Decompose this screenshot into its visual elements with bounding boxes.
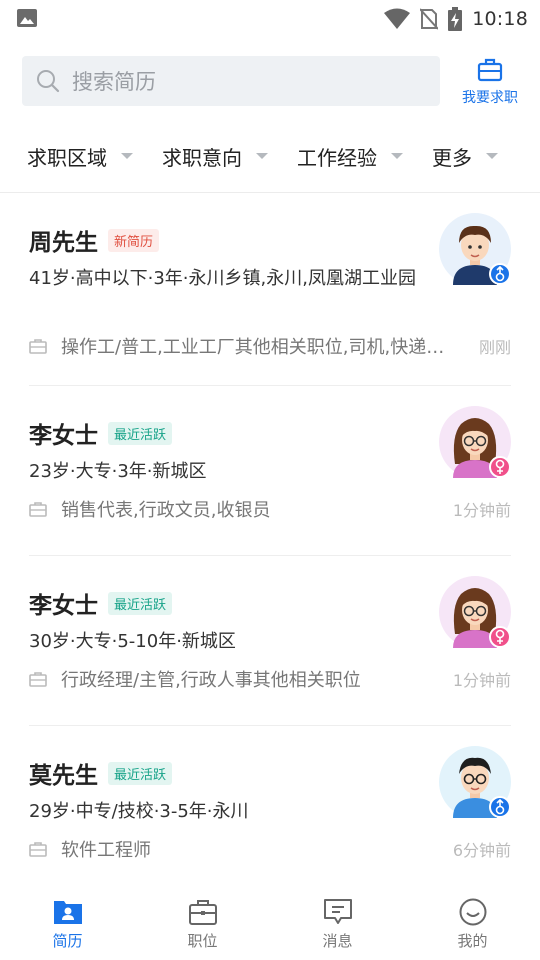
status-badge: 最近活跃 <box>108 761 173 785</box>
resume-card[interactable]: 周先生 新简历 41岁·高中以下·3年·永川乡镇,永川,凤凰湖工业园 操作工/普… <box>29 193 511 386</box>
filter-label: 求职意向 <box>162 145 242 170</box>
filter-label: 求职区域 <box>27 145 107 170</box>
candidate-meta: 41岁·高中以下·3年·永川乡镇,永川,凤凰湖工业园 <box>29 268 416 289</box>
male-avatar-icon[interactable] <box>439 213 511 285</box>
job-seek-button[interactable]: 我要求职 <box>452 58 528 108</box>
nav-item-profile[interactable]: 我的 <box>405 888 540 960</box>
candidate-name: 莫先生 <box>29 763 98 789</box>
candidate-name: 李女士 <box>29 423 98 449</box>
resume-list: 周先生 新简历 41岁·高中以下·3年·永川乡镇,永川,凤凰湖工业园 操作工/普… <box>0 193 540 896</box>
status-badge: 最近活跃 <box>108 591 173 615</box>
filter-label: 更多 <box>432 145 472 170</box>
briefcase-icon <box>29 338 47 354</box>
candidate-name: 周先生 <box>29 230 98 256</box>
update-time: 1分钟前 <box>452 671 511 690</box>
battery-charging-icon <box>448 7 463 31</box>
nav-item-resume[interactable]: 简历 <box>0 888 135 960</box>
status-badge: 最近活跃 <box>108 421 173 445</box>
male-glasses-avatar-icon[interactable] <box>439 746 511 818</box>
briefcase-icon <box>29 841 47 857</box>
candidate-meta: 23岁·大专·3年·新城区 <box>29 461 207 482</box>
chevron-down-icon <box>391 153 403 159</box>
nav-label: 职位 <box>187 932 218 950</box>
nav-label: 我的 <box>457 932 488 950</box>
nav-item-jobs[interactable]: 职位 <box>135 888 270 960</box>
filter-label: 工作经验 <box>297 145 377 170</box>
filter-intention[interactable]: 求职意向 <box>135 130 270 182</box>
candidate-meta: 29岁·中专/技校·3-5年·永川 <box>29 801 249 822</box>
desired-jobs: 操作工/普工,工业工厂其他相关职位,司机,快递… <box>61 337 445 358</box>
message-icon <box>323 899 352 924</box>
profile-icon <box>459 898 486 926</box>
resume-card[interactable]: 李女士 最近活跃 23岁·大专·3年·新城区 销售代表,行政文员,收银员 1分钟… <box>29 386 511 556</box>
briefcase-icon <box>477 58 503 82</box>
update-time: 1分钟前 <box>452 501 511 520</box>
status-time: 10:18 <box>472 8 528 30</box>
nav-label: 消息 <box>322 932 353 950</box>
chevron-down-icon <box>121 153 133 159</box>
desired-jobs: 销售代表,行政文员,收银员 <box>61 500 271 521</box>
nav-label: 简历 <box>52 932 83 950</box>
filter-bar: 求职区域 求职意向 工作经验 更多 <box>0 130 540 182</box>
filter-experience[interactable]: 工作经验 <box>270 130 405 182</box>
status-bar: 10:18 <box>0 0 540 38</box>
candidate-name: 李女士 <box>29 593 98 619</box>
status-badge: 新简历 <box>108 228 160 252</box>
image-notification-icon <box>17 9 37 27</box>
bottom-nav: 简历 职位 消息 我的 <box>0 888 540 960</box>
nav-item-messages[interactable]: 消息 <box>270 888 405 960</box>
update-time: 6分钟前 <box>452 841 511 860</box>
briefcase-icon <box>29 671 47 687</box>
briefcase-icon <box>188 900 217 925</box>
filter-more[interactable]: 更多 <box>405 130 540 182</box>
candidate-meta: 30岁·大专·5-10年·新城区 <box>29 631 236 652</box>
chevron-down-icon <box>486 153 498 159</box>
desired-jobs: 软件工程师 <box>61 840 151 861</box>
chevron-down-icon <box>256 153 268 159</box>
female-avatar-icon[interactable] <box>439 406 511 478</box>
no-sim-icon <box>420 8 439 30</box>
resume-card[interactable]: 莫先生 最近活跃 29岁·中专/技校·3-5年·永川 软件工程师 6分钟前 <box>29 726 511 896</box>
resume-icon <box>53 901 82 924</box>
wifi-icon <box>384 8 411 29</box>
female-avatar-icon[interactable] <box>439 576 511 648</box>
search-icon <box>37 70 60 93</box>
desired-jobs: 行政经理/主管,行政人事其他相关职位 <box>61 670 361 691</box>
search-box[interactable]: 搜索简历 <box>22 56 440 106</box>
filter-region[interactable]: 求职区域 <box>0 130 135 182</box>
briefcase-icon <box>29 501 47 517</box>
search-placeholder: 搜索简历 <box>72 70 156 94</box>
update-time: 刚刚 <box>478 338 511 357</box>
job-seek-label: 我要求职 <box>462 90 518 106</box>
resume-card[interactable]: 李女士 最近活跃 30岁·大专·5-10年·新城区 行政经理/主管,行政人事其他… <box>29 556 511 726</box>
